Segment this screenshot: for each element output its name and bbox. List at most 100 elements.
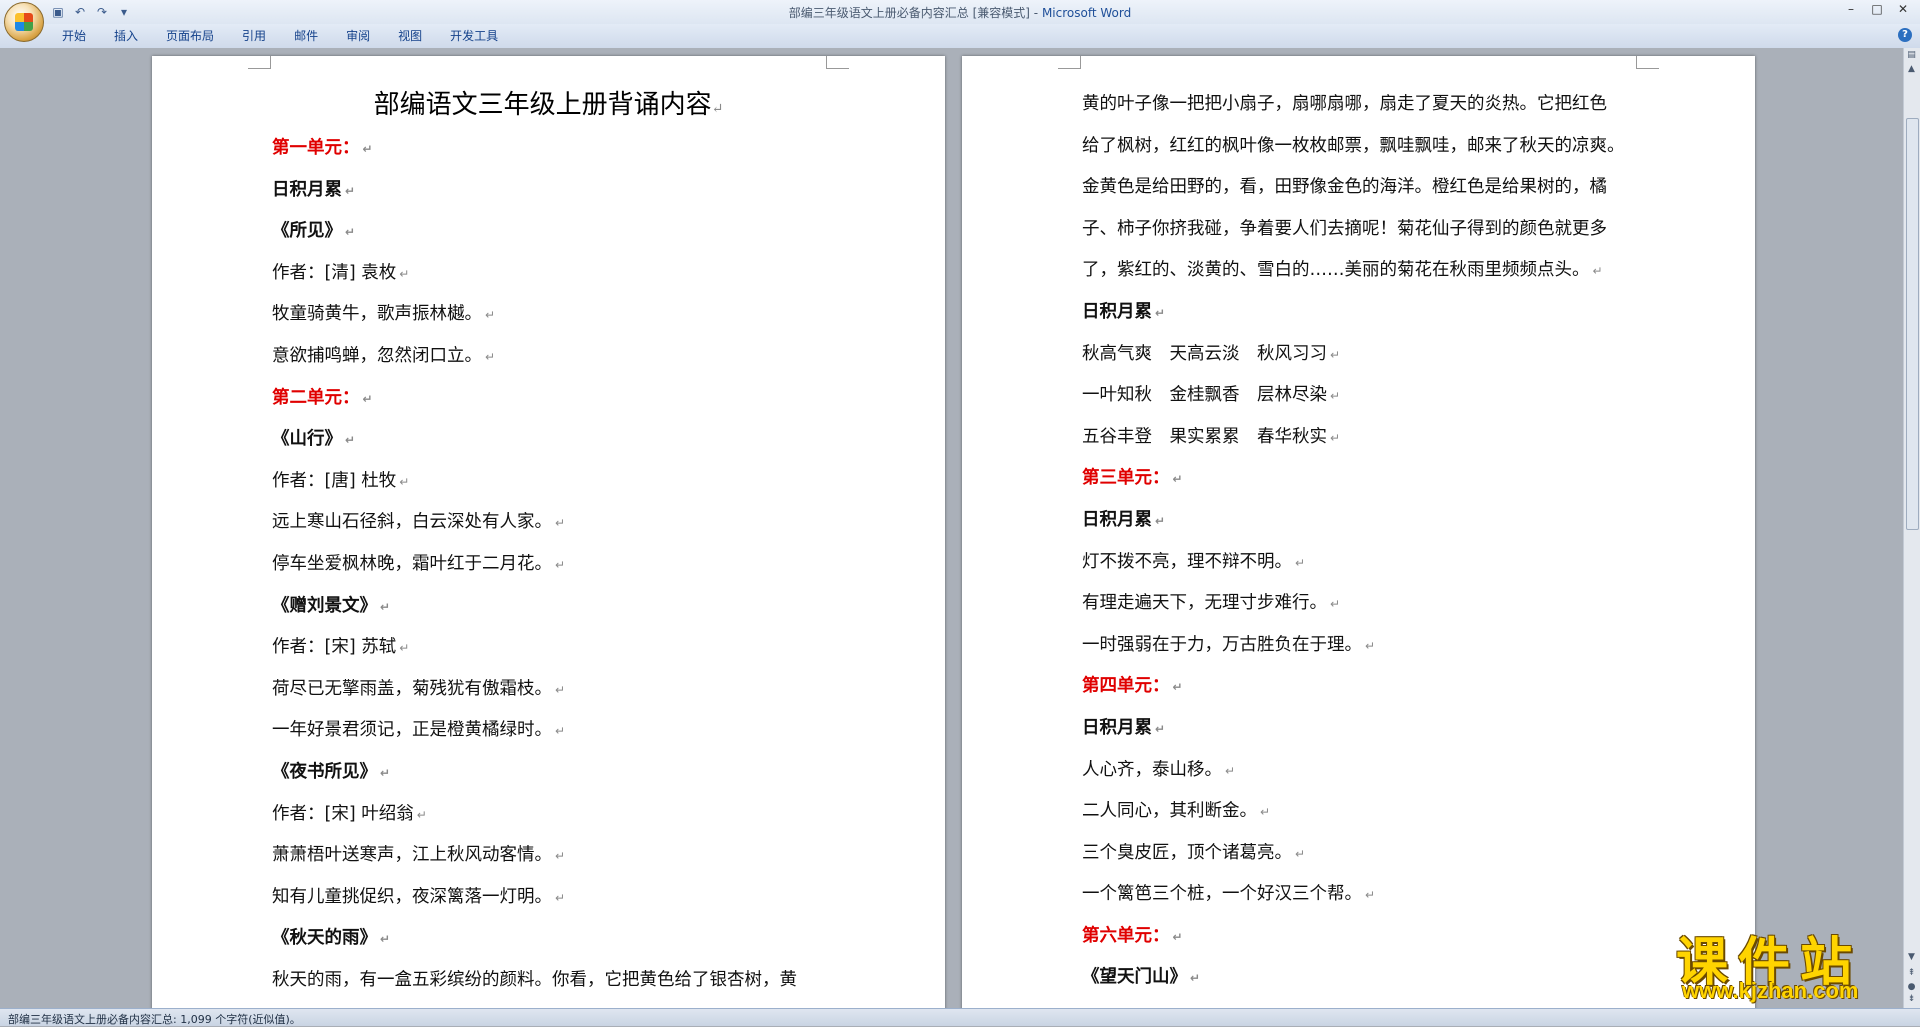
paragraph-mark-icon: ↵ xyxy=(1330,430,1341,445)
tab-references[interactable]: 引用 xyxy=(228,28,280,44)
paragraph-mark-icon: ↵ xyxy=(380,932,391,947)
page-1-line: 作者：[清] 袁枚 ↵ xyxy=(272,253,797,295)
line-text: 一叶知秋 金桂飘香 层林尽染 xyxy=(1082,385,1327,406)
paragraph-mark-icon: ↵ xyxy=(399,474,410,489)
line-text: 第二单元： xyxy=(272,387,360,408)
tab-mailings[interactable]: 邮件 xyxy=(280,28,332,44)
page-2-line: 金黄色是给田野的，看，田野像金色的海洋。橙红色是给果树的，橘 xyxy=(1082,167,1625,209)
line-text: 一年好景君须记，正是橙黄橘绿时。 xyxy=(272,720,552,741)
page-1-line: 《所见》 ↵ xyxy=(272,211,797,253)
office-button[interactable] xyxy=(4,2,44,42)
tab-review[interactable]: 审阅 xyxy=(332,28,384,44)
page-2-line: 人心齐，泰山移。 ↵ xyxy=(1082,750,1625,792)
scrollbar-thumb[interactable] xyxy=(1906,118,1919,530)
page-1-line: 荷尽已无擎雨盖，菊残犹有傲霜枝。 ↵ xyxy=(272,669,797,711)
line-text: 作者：[宋] 苏轼 xyxy=(272,637,397,658)
document-name: 部编三年级语文上册必备内容汇总 [兼容模式] xyxy=(788,6,1030,20)
line-text: 作者：[唐] 杜牧 xyxy=(272,470,397,491)
line-text: 《秋天的雨》 xyxy=(272,928,377,949)
line-text: 人心齐，泰山移。 xyxy=(1082,759,1222,780)
page-2-line: 第三单元： ↵ xyxy=(1082,458,1625,500)
line-text: 二人同心，其利断金。 xyxy=(1082,801,1257,822)
page-2[interactable]: 黄的叶子像一把把小扇子，扇哪扇哪，扇走了夏天的炎热。它把红色 给了枫树，红红的枫叶… xyxy=(962,56,1755,1008)
next-page-icon[interactable]: ⇟ xyxy=(1906,994,1917,1006)
line-text: 荷尽已无擎雨盖，菊残犹有傲霜枝。 xyxy=(272,678,552,699)
page-2-line: 三个臭皮匠，顶个诸葛亮。 ↵ xyxy=(1082,833,1625,875)
previous-page-icon[interactable]: ⇞ xyxy=(1906,968,1917,980)
title-bar: ▣ ↶ ↷ ▾ 部编三年级语文上册必备内容汇总 [兼容模式] - Microso… xyxy=(0,0,1920,42)
paragraph-mark-icon: ↵ xyxy=(362,391,373,406)
line-text: 第三单元： xyxy=(1082,468,1170,489)
line-text: 日积月累 xyxy=(272,179,342,200)
page-1-line: 作者：[唐] 杜牧 ↵ xyxy=(272,461,797,503)
page-1-line: 《赠刘景文》 ↵ xyxy=(272,586,797,628)
paragraph-mark-icon: ↵ xyxy=(345,433,356,448)
line-text: 第四单元： xyxy=(1082,676,1170,697)
tab-home[interactable]: 开始 xyxy=(48,28,100,44)
line-text: 五谷丰登 果实累累 春华秋实 xyxy=(1082,426,1327,447)
page-2-line: 第六单元： ↵ xyxy=(1082,916,1625,958)
paragraph-mark-icon: ↵ xyxy=(1295,555,1306,570)
page-2-line: 秋高气爽 天高云淡 秋风习习 ↵ xyxy=(1082,334,1625,376)
paragraph-mark-icon: ↵ xyxy=(485,308,496,323)
line-text: 知有儿童挑促织，夜深篱落一灯明。 xyxy=(272,886,552,907)
paragraph-mark-icon: ↵ xyxy=(1295,846,1306,861)
paragraph-mark-icon: ↵ xyxy=(1155,305,1166,320)
page-1-line: 《秋天的雨》 ↵ xyxy=(272,918,797,960)
document-title: 部编语文三年级上册背诵内容↵ xyxy=(373,90,724,120)
tab-developer[interactable]: 开发工具 xyxy=(436,28,512,44)
page-2-line: 日积月累 ↵ xyxy=(1082,708,1625,750)
page-2-line: 灯不拨不亮，理不辩不明。 ↵ xyxy=(1082,542,1625,584)
paragraph-mark-icon: ↵ xyxy=(555,724,566,739)
paragraph-mark-icon: ↵ xyxy=(1225,763,1236,778)
scroll-down-icon[interactable]: ▼ xyxy=(1906,952,1917,964)
vertical-scrollbar[interactable]: ▤ ▲ ▼ ⇞ ● ⇟ xyxy=(1903,48,1920,1008)
page-corner-mark xyxy=(1058,56,1081,69)
page-1-line: 《山行》 ↵ xyxy=(272,419,797,461)
tab-view[interactable]: 视图 xyxy=(384,28,436,44)
browse-object-icon[interactable]: ● xyxy=(1906,982,1917,994)
maximize-button[interactable]: □ xyxy=(1864,0,1890,18)
line-text: 第六单元： xyxy=(1082,925,1170,946)
paragraph-mark-icon: ↵ xyxy=(1172,680,1183,695)
paragraph-mark-icon: ↵ xyxy=(1172,929,1183,944)
line-text: 灯不拨不亮，理不辩不明。 xyxy=(1082,551,1292,572)
page-1-line: 第一单元： ↵ xyxy=(272,128,797,170)
paragraph-mark-icon: ↵ xyxy=(345,183,356,198)
minimize-button[interactable]: – xyxy=(1838,0,1864,18)
paragraph-mark-icon: ↵ xyxy=(555,890,566,905)
paragraph-mark-icon: ↵ xyxy=(380,599,391,614)
page-1-line: 秋天的雨，有一盒五彩缤纷的颜料。你看，它把黄色给了银杏树，黄 xyxy=(272,960,797,1002)
page-corner-mark xyxy=(248,56,271,69)
paragraph-mark-icon: ↵ xyxy=(555,516,566,531)
ruler-toggle-icon[interactable]: ▤ xyxy=(1906,50,1917,62)
line-text: 远上寒山石径斜，白云深处有人家。 xyxy=(272,512,552,533)
page-1-line: 作者：[宋] 叶绍翁 ↵ xyxy=(272,794,797,836)
paragraph-mark-icon: ↵ xyxy=(1330,347,1341,362)
line-text: 三个臭皮匠，顶个诸葛亮。 xyxy=(1082,842,1292,863)
line-text: 秋高气爽 天高云淡 秋风习习 xyxy=(1082,343,1327,364)
line-text: 了，紫红的、淡黄的、雪白的……美丽的菊花在秋雨里频频点头。 xyxy=(1082,260,1590,281)
page-corner-mark xyxy=(1636,56,1659,69)
help-icon[interactable]: ? xyxy=(1898,28,1912,42)
tab-page-layout[interactable]: 页面布局 xyxy=(152,28,228,44)
window-title: 部编三年级语文上册必备内容汇总 [兼容模式] - Microsoft Word xyxy=(788,6,1132,20)
document-workspace[interactable]: 部编语文三年级上册背诵内容↵ 第一单元： ↵ 日积月累 ↵ 《所见》 ↵ 作者：[清] 袁枚… xyxy=(0,48,1904,1008)
paragraph-mark-icon: ↵ xyxy=(1190,971,1201,986)
tab-insert[interactable]: 插入 xyxy=(100,28,152,44)
paragraph-mark-icon: ↵ xyxy=(416,807,427,822)
page-1-line: 知有儿童挑促织，夜深篱落一灯明。 ↵ xyxy=(272,877,797,919)
page-2-line: 一时强弱在于力，万古胜负在于理。 ↵ xyxy=(1082,625,1625,667)
paragraph-mark-icon: ↵ xyxy=(555,682,566,697)
office-logo-icon xyxy=(15,13,33,31)
page-1[interactable]: 部编语文三年级上册背诵内容↵ 第一单元： ↵ 日积月累 ↵ 《所见》 ↵ 作者：[清] 袁枚… xyxy=(152,56,945,1008)
line-text: 牧童骑黄牛，歌声振林樾。 xyxy=(272,304,482,325)
line-text: 第一单元： xyxy=(272,138,360,158)
paragraph-mark-icon: ↵ xyxy=(1172,472,1183,487)
page-2-line: 《望天门山》 ↵ xyxy=(1082,957,1625,999)
page-2-line: 有理走遍天下，无理寸步难行。 ↵ xyxy=(1082,583,1625,625)
line-text: 子、柿子你挤我碰，争着要人们去摘呢！菊花仙子得到的颜色就更多 xyxy=(1082,218,1607,239)
scroll-up-icon[interactable]: ▲ xyxy=(1906,64,1917,76)
close-button[interactable]: ✕ xyxy=(1890,0,1916,18)
page-1-body: 第一单元： ↵ 日积月累 ↵ 《所见》 ↵ 作者：[清] 袁枚 ↵ 牧童骑黄牛，歌声振林樾。 ↵ 意… xyxy=(272,128,797,1001)
